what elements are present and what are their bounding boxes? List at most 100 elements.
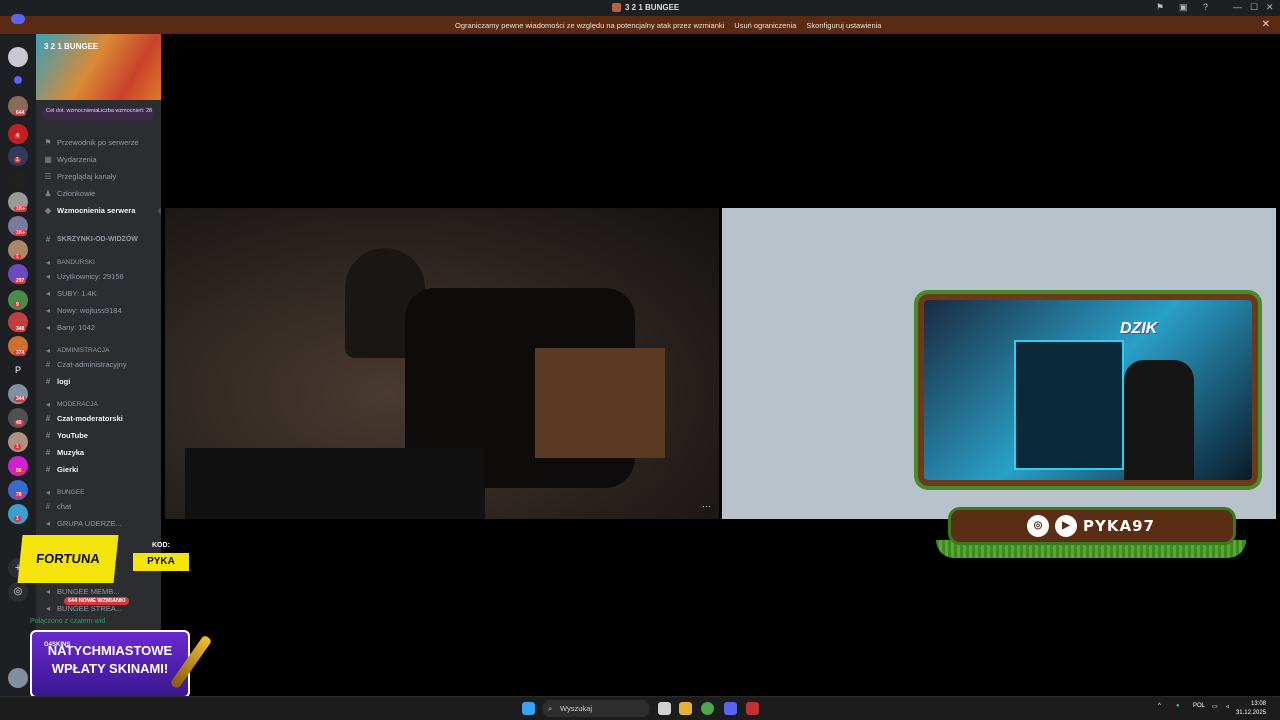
- mention-badge: 297: [14, 278, 27, 284]
- language-indicator[interactable]: POL: [1193, 703, 1205, 709]
- category-moderacja[interactable]: ◂ MODERACJA: [44, 400, 98, 409]
- server-icon: [612, 3, 621, 12]
- shelf: [1014, 340, 1124, 470]
- dzik-logo: DZIK: [1120, 320, 1158, 337]
- file-explorer-icon[interactable]: [679, 702, 692, 715]
- discord-home-icon[interactable]: [11, 14, 25, 24]
- mention-restriction-banner: Ograniczamy pewne wiadomości ze względu …: [0, 16, 1280, 34]
- channel-czat-mod[interactable]: # Czat-moderatorski: [44, 414, 123, 423]
- hash-icon: #: [45, 360, 51, 369]
- channel-logi[interactable]: # logi: [44, 377, 71, 386]
- skins-ad: G4SKINS NATYCHMIASTOWE WPŁATY SKINAMI!: [30, 630, 190, 698]
- basket: [535, 348, 665, 458]
- channel-gierki[interactable]: # Gierki: [44, 465, 79, 474]
- clock[interactable]: 13:08 31.12.2025: [1236, 700, 1266, 718]
- taskbar-search[interactable]: ⌕ Wyszukaj: [542, 700, 650, 717]
- title-bar: 3 2 1 BUNGEE ⚑ ▣ ? — ☐ ✕: [0, 0, 1280, 16]
- speaker-icon: ◂: [45, 604, 50, 613]
- task-view-icon[interactable]: [658, 702, 671, 715]
- server-icon-4[interactable]: [8, 146, 28, 166]
- browse-channels-link[interactable]: ☰ Przeglądaj kanały: [44, 172, 116, 181]
- server-boosts-link[interactable]: ◈Wzmocnienia serwera3: [44, 206, 161, 215]
- channel-bungee-memb[interactable]: ◂ BUNGEE MEMB...: [44, 587, 120, 596]
- minimize-button[interactable]: —: [1233, 2, 1242, 12]
- mention-badge: 9: [14, 302, 21, 308]
- inbox-flag-icon[interactable]: ⚑: [1156, 2, 1164, 13]
- close-window-button[interactable]: ✕: [1266, 2, 1274, 13]
- mention-badge: 644: [14, 110, 27, 116]
- channel-bany[interactable]: ◂ Bany: 1042: [44, 323, 95, 332]
- instagram-icon: ◎: [1027, 515, 1049, 537]
- start-icon[interactable]: [522, 702, 535, 715]
- boost-count: Liczba wzmocnień: 28: [98, 108, 153, 114]
- channel-czat-admin[interactable]: # Czat-administracyjny: [44, 360, 127, 369]
- boost-goal-bar[interactable]: Cel dot. wzmocnienia Liczba wzmocnień: 2…: [42, 108, 154, 120]
- stream-tile-overlay[interactable]: DZIK: [722, 208, 1276, 519]
- speaker-icon: ◂: [45, 400, 50, 409]
- configure-settings-link[interactable]: Skonfiguruj ustawienia: [806, 21, 881, 30]
- members-icon: ♟: [44, 189, 52, 198]
- mic-icon[interactable]: ●: [1176, 703, 1180, 709]
- boost-goal-label: Cel dot. wzmocnienia: [46, 108, 99, 114]
- boosts-count-badge: 3: [158, 207, 161, 214]
- maximize-button[interactable]: ☐: [1250, 2, 1258, 13]
- members-link[interactable]: ♟ Członkowie: [44, 189, 95, 198]
- server-icon-1[interactable]: [8, 47, 28, 67]
- chrome-icon[interactable]: [701, 702, 714, 715]
- stream-more-button[interactable]: ···: [702, 501, 711, 511]
- speaker-icon: ◂: [45, 587, 50, 596]
- user-avatar[interactable]: [8, 668, 28, 688]
- window-title: 3 2 1 BUNGEE: [612, 3, 679, 12]
- server-guide-link[interactable]: ⚑ Przewodnik po serwerze: [44, 138, 138, 147]
- speaker-icon: ◂: [45, 323, 50, 332]
- speaker-icon: ◂: [45, 488, 50, 497]
- mention-badge: 40: [14, 420, 24, 426]
- skins-line2: WPŁATY SKINAMI!: [51, 661, 169, 676]
- channel-nowy[interactable]: ◂ Nowy: wojtuss9184: [44, 306, 122, 315]
- hash-icon: #: [45, 448, 51, 457]
- channel-youtube[interactable]: # YouTube: [44, 431, 88, 440]
- mention-badge: 1: [14, 516, 21, 522]
- category-admin[interactable]: ◂ ADMINISTRACJA: [44, 346, 109, 355]
- channel-chat[interactable]: # chat: [44, 502, 71, 511]
- channel-muzyka[interactable]: # Muzyka: [44, 448, 84, 457]
- speaker-icon: ◂: [45, 519, 50, 528]
- hash-icon: #: [45, 431, 51, 440]
- events-link[interactable]: ▦ Wydarzenia: [44, 155, 96, 164]
- stream-tile-camera[interactable]: [165, 208, 719, 519]
- channel-suby[interactable]: ◂ SUBY: 1.4K: [44, 289, 97, 298]
- hash-icon: #: [45, 465, 51, 474]
- channel-grupa[interactable]: ◂ GRUPA UDERZE...: [44, 519, 122, 528]
- new-mentions-badge[interactable]: 644 NOWE WZMIANKI: [64, 597, 130, 605]
- search-icon: ⌕: [548, 704, 553, 713]
- channel-bungee-strea[interactable]: ◂ BUNGEE STREA...: [44, 604, 122, 613]
- banner-close-button[interactable]: ✕: [1262, 19, 1270, 30]
- server-name[interactable]: 3 2 1 BUNGEE: [44, 42, 98, 51]
- network-icon[interactable]: ▭: [1212, 703, 1218, 710]
- channel-users[interactable]: ◂ Użytkownicy: 29156: [44, 272, 124, 281]
- hash-icon: #: [45, 414, 51, 423]
- tray-expand-icon[interactable]: ^: [1158, 703, 1161, 709]
- mention-badge: 56: [14, 468, 24, 474]
- mention-badge: 344: [14, 396, 27, 402]
- boost-icon: ◈: [44, 206, 52, 215]
- channel-skrzynki[interactable]: # SKRZYNKI-OD-WIDZÓW: [44, 235, 138, 244]
- folder-icon[interactable]: [14, 76, 22, 84]
- volume-icon[interactable]: ◃: [1226, 703, 1229, 710]
- remove-restrictions-link[interactable]: Usuń ograniczenia: [734, 21, 796, 30]
- speaker-icon: ◂: [45, 306, 50, 315]
- promo-code-value: PYKA: [133, 553, 189, 571]
- server-icon-5[interactable]: [8, 170, 28, 190]
- inbox-icon[interactable]: ▣: [1179, 2, 1188, 13]
- app-icon[interactable]: [746, 702, 759, 715]
- help-icon[interactable]: ?: [1203, 2, 1208, 12]
- discover-icon[interactable]: ◎: [8, 582, 28, 602]
- category-bungee[interactable]: ◂ BUNGEE: [44, 488, 84, 497]
- fortuna-logo: FORTUNA: [17, 535, 119, 583]
- mention-badge: 78: [14, 492, 24, 498]
- discord-taskbar-icon[interactable]: [724, 702, 737, 715]
- server-icon-p[interactable]: P: [8, 360, 28, 380]
- category-bandurski[interactable]: ◂ BANDURSKI: [44, 258, 95, 267]
- hash-icon: #: [45, 235, 51, 244]
- clock-time: 13:08: [1250, 701, 1266, 707]
